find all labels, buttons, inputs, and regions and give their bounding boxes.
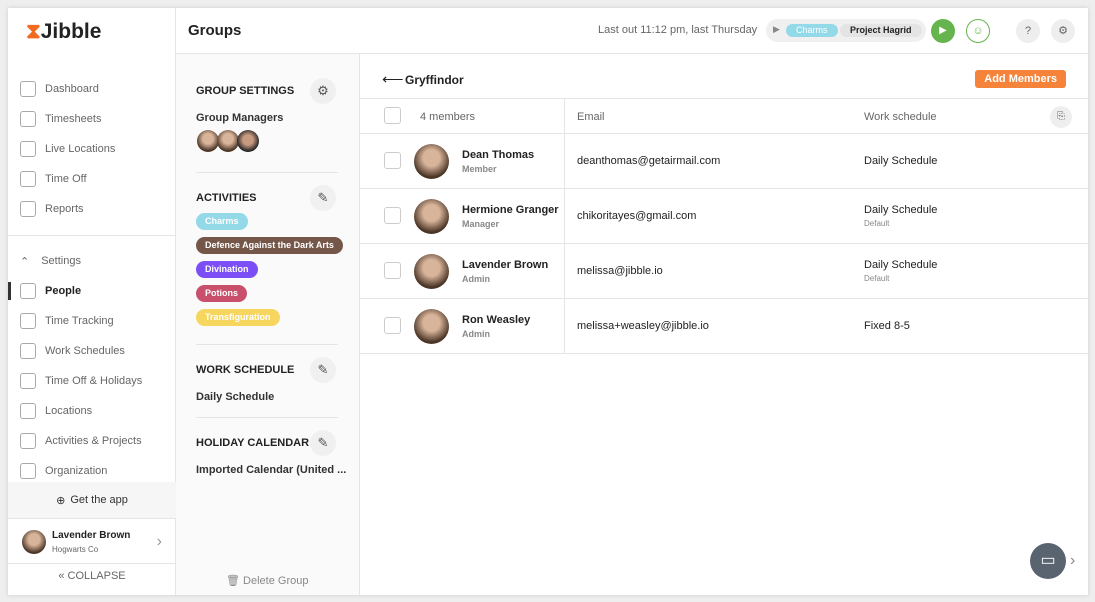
avatar <box>414 199 449 234</box>
trash-icon: 🗑 <box>226 575 240 587</box>
clock-in-user-icon[interactable]: ☺ <box>966 19 990 43</box>
edit-activities-icon[interactable]: ✎ <box>310 185 336 211</box>
chevron-right-icon[interactable]: › <box>1070 552 1075 570</box>
row-checkbox[interactable] <box>384 262 401 279</box>
start-timer-button[interactable]: ▶ <box>931 19 955 43</box>
avatar <box>22 530 46 554</box>
row-checkbox[interactable] <box>384 207 401 224</box>
sidebar-item-people[interactable]: People <box>8 276 176 306</box>
nav-icon <box>20 313 36 329</box>
select-all-checkbox[interactable] <box>384 107 401 124</box>
group-settings-panel: GROUP SETTINGS ⚙ Group Managers ACTIVITI… <box>176 54 360 595</box>
back-icon[interactable]: ⟵ <box>382 70 404 88</box>
manager-avatars <box>197 130 259 157</box>
nav-icon <box>20 343 36 359</box>
nav-icon <box>20 171 36 187</box>
sidebar-item-dashboard[interactable]: Dashboard <box>8 74 176 104</box>
avatar <box>414 144 449 179</box>
gear-icon[interactable]: ⚙ <box>310 78 336 104</box>
app-window: ⧗Jibble Dashboard Timesheets Live Location… <box>8 8 1088 595</box>
nav-icon <box>20 403 36 419</box>
play-small-icon: ▶ <box>773 24 780 34</box>
chat-button[interactable]: ▭ <box>1030 543 1066 579</box>
user-profile[interactable]: Lavender Brown Hogwarts Co › <box>8 518 176 564</box>
nav-icon <box>20 433 36 449</box>
avatar <box>414 254 449 289</box>
avatar <box>414 309 449 344</box>
activity-tag: Divination <box>196 261 258 278</box>
activity-tag: Defence Against the Dark Arts <box>196 237 343 254</box>
table-row[interactable]: Lavender Brown Admin melissa@jibble.io Da… <box>360 244 1088 299</box>
settings-icon[interactable]: ⚙ <box>1051 19 1075 43</box>
page-title: Groups <box>188 22 242 39</box>
table-header: 4 members Email Work schedule ⎘ <box>360 98 1088 354</box>
table-row[interactable]: Ron Weasley Admin melissa+weasley@jibble.… <box>360 299 1088 354</box>
row-checkbox[interactable] <box>384 317 401 334</box>
settings-toggle[interactable]: ⌃ Settings <box>8 246 176 276</box>
activity-tag: Transfiguration <box>196 309 280 326</box>
sidebar-item-time-tracking[interactable]: Time Tracking <box>8 306 176 336</box>
add-members-button[interactable]: Add Members <box>975 70 1066 88</box>
table-row[interactable]: Dean Thomas Member deanthomas@getairmail.… <box>360 134 1088 189</box>
download-icon: ⊕ <box>56 494 66 507</box>
edit-schedule-icon[interactable]: ✎ <box>310 357 336 383</box>
chevron-up-icon: ⌃ <box>20 255 30 268</box>
nav-icon <box>20 201 36 217</box>
sidebar-item-live-locations[interactable]: Live Locations <box>8 134 176 164</box>
sidebar-item-activities-projects[interactable]: Activities & Projects <box>8 426 176 456</box>
nav-icon <box>20 463 36 479</box>
timer-widget[interactable]: ▶ Charms Project Hagrid <box>766 19 926 42</box>
header: Groups Last out 11:12 pm, last Thursday … <box>176 8 1088 54</box>
row-checkbox[interactable] <box>384 152 401 169</box>
table-row[interactable]: Hermione Granger Manager chikoritayes@gma… <box>360 189 1088 244</box>
sidebar-item-timesheets[interactable]: Timesheets <box>8 104 176 134</box>
sidebar-item-time-off[interactable]: Time Off <box>8 164 176 194</box>
help-icon[interactable]: ? <box>1016 19 1040 43</box>
get-app-button[interactable]: ⊕ Get the app <box>8 482 176 518</box>
nav-icon <box>20 141 36 157</box>
sidebar-item-time-off-holidays[interactable]: Time Off & Holidays <box>8 366 176 396</box>
chevron-right-icon: › <box>156 533 162 550</box>
export-icon[interactable]: ⎘ <box>1050 106 1072 128</box>
activity-tag: Charms <box>196 213 248 230</box>
logo: ⧗Jibble <box>26 20 102 43</box>
sidebar-item-locations[interactable]: Locations <box>8 396 176 426</box>
nav-icon <box>20 111 36 127</box>
nav-icon <box>20 81 36 97</box>
edit-holiday-icon[interactable]: ✎ <box>310 430 336 456</box>
nav-icon <box>20 283 36 299</box>
sidebar: ⧗Jibble Dashboard Timesheets Live Location… <box>8 8 176 595</box>
members-panel: ⟵ Gryffindor Add Members 4 members Email… <box>360 54 1088 595</box>
sidebar-item-work-schedules[interactable]: Work Schedules <box>8 336 176 366</box>
collapse-button[interactable]: « COLLAPSE <box>8 570 176 582</box>
sidebar-item-reports[interactable]: Reports <box>8 194 176 224</box>
nav-icon <box>20 373 36 389</box>
delete-group-button[interactable]: 🗑 Delete Group <box>226 574 308 587</box>
activity-tag: Potions <box>196 285 247 302</box>
